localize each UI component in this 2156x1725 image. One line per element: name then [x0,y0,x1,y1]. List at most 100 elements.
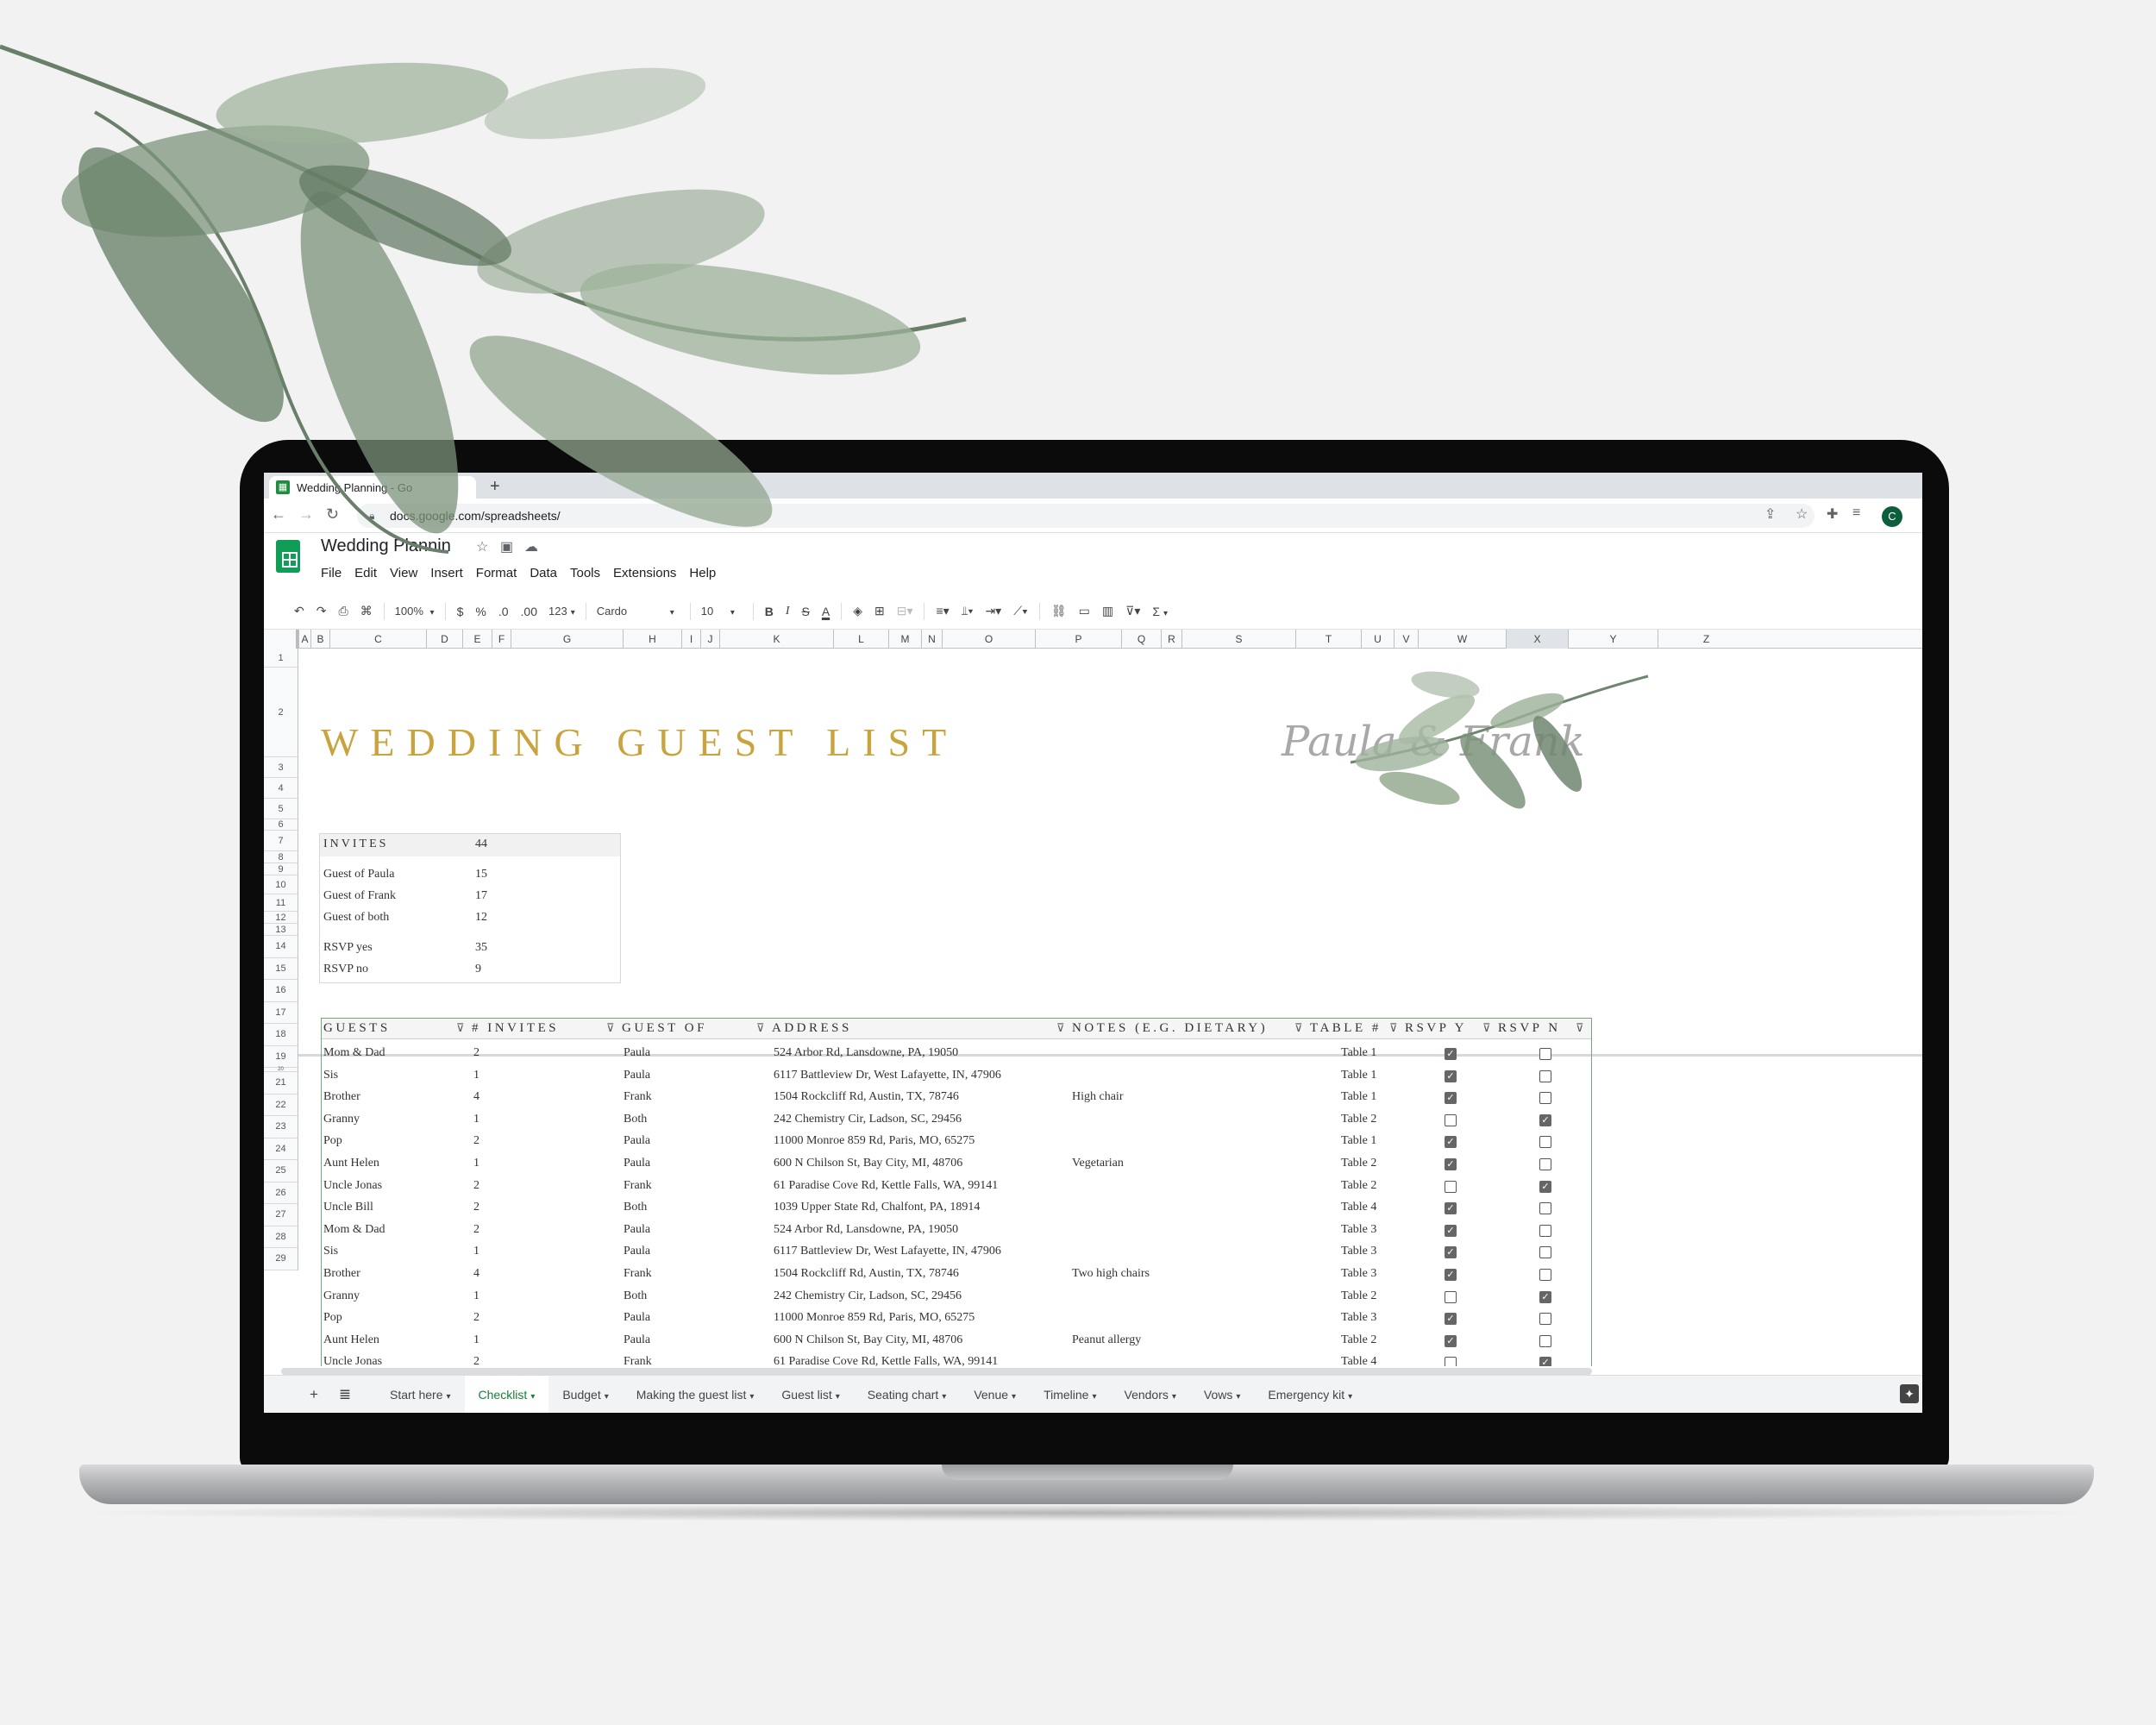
column-header-p[interactable]: P [1035,630,1121,649]
chevron-down-icon[interactable]: ▾ [749,1392,754,1402]
row-header-1[interactable]: 1 [264,649,298,668]
fill-color-icon[interactable]: ◈ [847,604,868,618]
column-header-n[interactable]: N [921,630,942,649]
rsvp-no-checkbox[interactable] [1539,1048,1551,1060]
cell-address[interactable]: 600 N Chilson St, Bay City, MI, 48706 [774,1157,962,1170]
row-header-25[interactable]: 25 [264,1160,298,1182]
cell-invites[interactable]: 2 [473,1355,479,1366]
rsvp-yes-checkbox[interactable] [1445,1290,1457,1303]
sheet-tab[interactable]: Emergency kit ▾ [1254,1376,1366,1414]
table-row[interactable]: Brother 4 Frank 1504 Rockcliff Rd, Austin, … [322,1087,1591,1109]
cell-guest-of[interactable]: Paula [624,1245,650,1258]
column-header-m[interactable]: M [888,630,921,649]
cell-table[interactable]: Table 4 [1341,1355,1376,1366]
cell-invites[interactable]: 1 [473,1333,479,1347]
filter-icon[interactable]: ⊽ [1294,1021,1303,1035]
rsvp-no-checkbox[interactable]: ✓ [1539,1180,1551,1193]
rsvp-yes-checkbox[interactable]: ✓ [1445,1092,1457,1105]
sheet-tab[interactable]: Budget ▾ [548,1376,622,1414]
text-rotation-icon[interactable]: ⟋▾ [1007,604,1034,618]
chevron-down-icon[interactable]: ▾ [942,1392,946,1402]
column-header-y[interactable]: Y [1568,630,1658,649]
rsvp-yes-checkbox[interactable] [1445,1180,1457,1193]
table-row[interactable]: Uncle Jonas 2 Frank 61 Paradise Cove Rd, Ke… [322,1352,1591,1366]
filter-icon[interactable]: ⊽ [1389,1021,1398,1035]
rsvp-yes-checkbox[interactable]: ✓ [1445,1246,1457,1259]
text-color-button[interactable]: A [816,605,836,618]
column-header-c[interactable]: C [329,630,426,649]
chevron-down-icon[interactable]: ▾ [1092,1392,1096,1402]
percent-format-button[interactable]: % [469,605,492,618]
redo-icon[interactable]: ↷ [310,604,333,618]
vertical-align-icon[interactable]: ⫫▾ [956,604,980,618]
bookmark-star-icon[interactable]: ☆ [1796,505,1808,523]
rsvp-no-checkbox[interactable]: ✓ [1539,1290,1551,1303]
row-header-22[interactable]: 22 [264,1094,298,1116]
row-header-9[interactable]: 9 [264,863,298,875]
column-header-q[interactable]: Q [1121,630,1161,649]
cell-guest-of[interactable]: Both [624,1289,647,1303]
add-sheet-icon[interactable]: + [298,1386,329,1403]
cell-table[interactable]: Table 1 [1341,1090,1376,1104]
sheet-tab[interactable]: Guest list ▾ [768,1376,853,1414]
filter-icon[interactable]: ⊽ [606,1021,615,1035]
cell-name[interactable]: Uncle Jonas [323,1355,382,1366]
table-row[interactable]: Sis 1 Paula 6117 Battleview Dr, West Lafaye… [322,1065,1591,1088]
rsvp-yes-checkbox[interactable]: ✓ [1445,1136,1457,1149]
row-header-29[interactable]: 29 [264,1248,298,1270]
merge-cells-icon[interactable]: ⊟▾ [891,604,919,618]
cell-guest-of[interactable]: Frank [624,1267,652,1281]
chevron-down-icon[interactable]: ▾ [530,1392,535,1402]
italic-button[interactable]: I [780,605,796,618]
table-row[interactable]: Uncle Bill 2 Both 1039 Upper State Rd, Chal… [322,1197,1591,1220]
cell-guest-of[interactable]: Paula [624,1311,650,1325]
column-header-t[interactable]: T [1295,630,1361,649]
cell-table[interactable]: Table 3 [1341,1267,1376,1281]
column-header-x[interactable]: X [1506,630,1568,649]
cell-address[interactable]: 1039 Upper State Rd, Chalfont, PA, 18914 [774,1201,980,1214]
print-icon[interactable]: ⎙ [332,604,354,618]
row-header-3[interactable]: 3 [264,757,298,778]
table-row[interactable]: Mom & Dad 2 Paula 524 Arbor Rd, Lansdowne, … [322,1043,1591,1065]
cell-guest-of[interactable]: Paula [624,1223,650,1237]
filter-icon[interactable]: ⊽ [1056,1021,1065,1035]
cell-guest-of[interactable]: Both [624,1113,647,1126]
cell-guest-of[interactable]: Both [624,1201,647,1214]
row-header-19[interactable]: 19 [264,1045,298,1068]
column-header-h[interactable]: H [623,630,681,649]
cell-table[interactable]: Table 2 [1341,1157,1376,1170]
cell-name[interactable]: Sis [323,1069,338,1082]
cell-name[interactable]: Pop [323,1134,342,1148]
column-header-a[interactable]: A [298,630,310,649]
column-header-w[interactable]: W [1418,630,1506,649]
sheet-tab[interactable]: Start here ▾ [376,1376,465,1414]
rsvp-yes-checkbox[interactable] [1445,1357,1457,1366]
cell-invites[interactable]: 4 [473,1090,479,1104]
filter-icon[interactable]: ⊽ [1482,1021,1491,1035]
cell-address[interactable]: 242 Chemistry Cir, Ladson, SC, 29456 [774,1289,962,1303]
cell-address[interactable]: 1504 Rockcliff Rd, Austin, TX, 78746 [774,1267,959,1281]
cell-invites[interactable]: 1 [473,1069,479,1082]
all-sheets-icon[interactable]: ≣ [329,1386,360,1403]
cell-table[interactable]: Table 1 [1341,1046,1376,1060]
column-header-l[interactable]: L [833,630,888,649]
filter-icon[interactable]: ⊽ [756,1021,765,1035]
increase-decimal-button[interactable]: .00 [515,605,543,618]
select-all-corner[interactable] [264,630,298,649]
cell-guest-of[interactable]: Frank [624,1179,652,1193]
filter-icon[interactable]: ⊽▾ [1119,604,1146,618]
cell-invites[interactable]: 2 [473,1311,479,1325]
cell-guest-of[interactable]: Paula [624,1157,650,1170]
paint-format-icon[interactable]: ⌘ [354,604,379,618]
cell-name[interactable]: Uncle Bill [323,1201,373,1214]
column-header-d[interactable]: D [426,630,462,649]
cell-table[interactable]: Table 1 [1341,1069,1376,1082]
row-header-14[interactable]: 14 [264,936,298,958]
sheet-grid[interactable]: WEDDING GUEST LIST Paula & Frank INVITES… [298,649,1922,1366]
cell-guest-of[interactable]: Paula [624,1069,650,1082]
cell-invites[interactable]: 2 [473,1201,479,1214]
cell-table[interactable]: Table 2 [1341,1113,1376,1126]
cell-name[interactable]: Granny [323,1289,360,1303]
rsvp-no-checkbox[interactable]: ✓ [1539,1113,1551,1126]
cell-table[interactable]: Table 3 [1341,1223,1376,1237]
